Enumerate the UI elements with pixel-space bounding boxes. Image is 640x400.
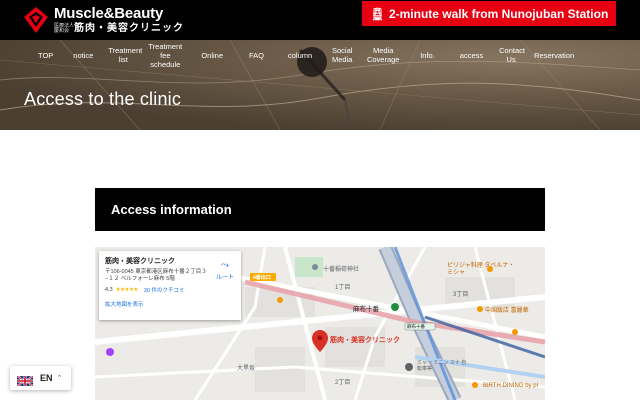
place-rating: 4.3 ★★★★★ 30 件のクチコミ [105,286,235,294]
main-navigation: TOP notice Treatment list Treatment fee … [24,40,580,70]
map-pin-label[interactable]: 筋肉・美容クリニック [330,335,400,345]
nav-treatment-list[interactable]: Treatment list [103,46,143,64]
nav-notice[interactable]: notice [68,51,103,60]
nav-info[interactable]: Info. [406,51,449,60]
nav-contact-us[interactable]: Contact Us [494,46,528,64]
top-bar: Muscle&Beauty 医療法人 慶和会 筋肉・美容クリニック 🚆︎ 2-m… [0,0,640,40]
nav-media-coverage[interactable]: Media Coverage [360,46,406,64]
map-label-ward: 大黒坂 [237,366,256,372]
nav-social-media[interactable]: Social Media [324,46,360,64]
map-label-restaurant3: BIRTH DINING by pl [483,383,538,389]
hero-banner: TOP notice Treatment list Treatment fee … [0,40,640,130]
nav-faq[interactable]: FAQ [237,51,276,60]
map-label-exit: 麻布十番 [407,324,425,329]
route-label: ルート [215,275,234,281]
nav-access[interactable]: access [449,51,494,60]
directions-icon: ⤳ [221,260,229,271]
map-label-hotel: ミャー ミニン スナ 自転車等 [417,360,467,372]
train-icon: 🚆︎ [369,6,385,21]
section-title: Access information [111,202,232,217]
map-label-street3: 3丁目 [453,292,469,298]
logo-english-text: Muscle&Beauty [54,5,164,22]
nav-top[interactable]: TOP [24,51,68,60]
page-title: Access to the clinic [24,89,182,109]
station-walk-text: 2-minute walk from Nunojuban Station [388,6,609,21]
star-rating-icon: ★★★★★ [115,287,139,293]
place-address: 〒106-0045 東京都港区麻布十番２丁目３−１２ ベルフォーレ麻布 5階 [105,269,207,282]
language-code: EN [40,373,53,383]
map-label-restaurant2: 中国飯店 富麗華 [485,308,529,314]
uk-flag-icon [16,373,34,387]
nav-treatment-fee[interactable]: Treatment fee schedule [143,42,187,69]
map-label-exit4: 4番出口 [253,275,271,281]
clinic-logo[interactable]: Muscle&Beauty 医療法人 慶和会 筋肉・美容クリニック [24,6,184,34]
google-map[interactable]: 十番稲荷神社 麻布十番 4番出口 麻布十番 1丁目 2丁目 3丁目 ピリジャ料理… [95,247,545,400]
map-label-restaurant1: ピリジャ料理 タベルナ・ミシャ [447,263,515,276]
route-button[interactable]: ⤳ ルート [213,260,237,281]
logo-japanese-text: 筋肉・美容クリニック [74,23,184,34]
chevron-up-icon: ⌃ [56,375,63,382]
place-info-card: 筋肉・美容クリニック 〒106-0045 東京都港区麻布十番２丁目３−１２ ベル… [99,251,241,320]
map-label-street2: 2丁目 [335,380,351,386]
map-label-street1: 1丁目 [335,285,351,291]
nav-column[interactable]: column [276,51,324,60]
reviews-link[interactable]: 30 件のクチコミ [144,286,185,294]
language-switcher[interactable]: EN ⌃ [10,366,71,390]
map-label-shrine: 十番稲荷神社 [323,267,360,273]
rating-value: 4.3 [105,287,113,293]
nav-reservation[interactable]: Reservation [528,51,580,60]
access-information-heading: Access information [95,188,545,231]
logo-mark-icon [24,7,48,33]
nav-online[interactable]: Online [187,51,237,60]
enlarge-map-link[interactable]: 拡大地図を表示 [105,300,235,308]
station-walk-banner: 🚆︎ 2-minute walk from Nunojuban Station [362,1,616,26]
map-label-station: 麻布十番 [353,306,379,313]
logo-corporation-text: 医療法人 慶和会 [54,22,75,34]
